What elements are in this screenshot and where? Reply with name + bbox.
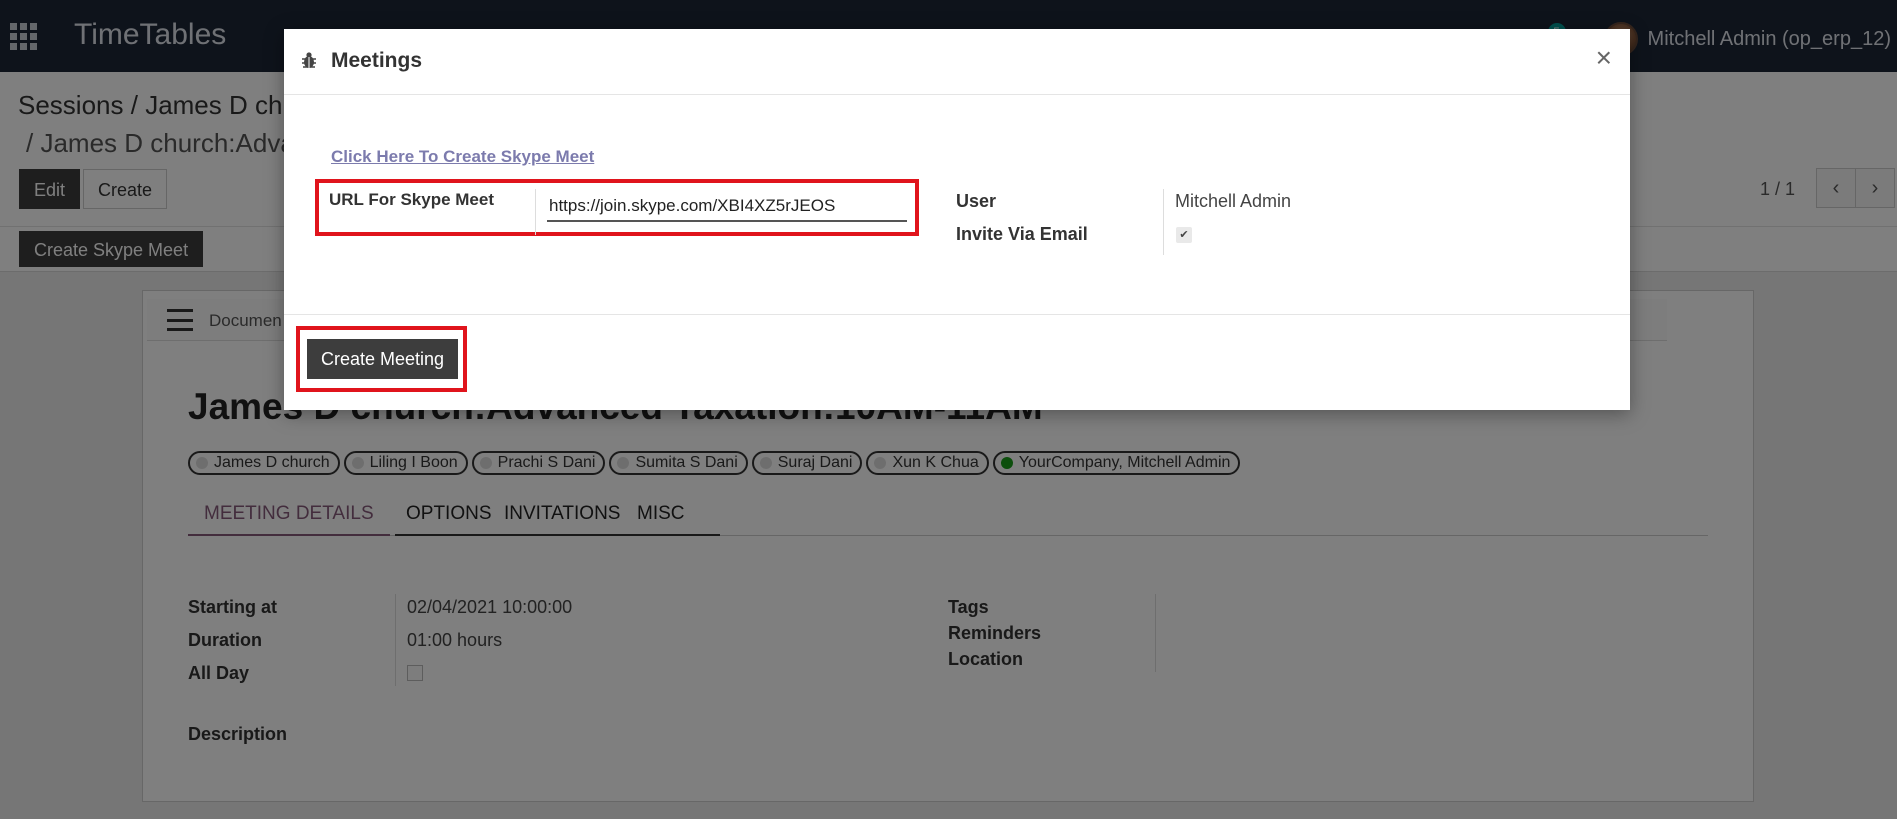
- dialog-header: Meetings ×: [284, 29, 1630, 95]
- dialog-footer: [284, 314, 1630, 410]
- dialog-title: Meetings: [331, 49, 423, 72]
- close-icon[interactable]: ×: [1596, 43, 1612, 73]
- bug-icon: [302, 52, 316, 68]
- user-label: User: [956, 191, 997, 211]
- user-value[interactable]: Mitchell Admin: [1175, 191, 1291, 212]
- invite-via-email-checkbox[interactable]: ✔: [1176, 227, 1192, 243]
- url-skype-meet-input[interactable]: [547, 192, 907, 222]
- meetings-dialog: Meetings × Click Here To Create Skype Me…: [284, 29, 1630, 410]
- url-skype-meet-label: URL For Skype Meet: [329, 190, 495, 209]
- field-separator: [1163, 189, 1164, 255]
- create-meeting-button[interactable]: Create Meeting: [307, 339, 459, 379]
- create-skype-meet-link[interactable]: Click Here To Create Skype Meet: [331, 147, 594, 167]
- field-separator: [535, 189, 536, 235]
- invite-via-email-label: Invite Via Email: [956, 224, 1088, 244]
